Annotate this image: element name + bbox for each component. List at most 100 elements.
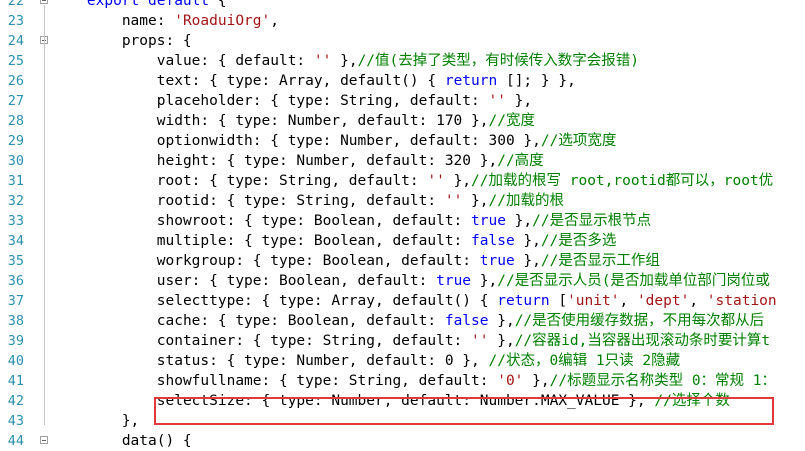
code-line[interactable]: 22 export default {	[0, 0, 805, 11]
fold-toggle-icon[interactable]	[40, 0, 48, 4]
code-line[interactable]: 38 cache: { type: Boolean, default: false…	[0, 311, 805, 331]
code-token: },	[514, 233, 541, 249]
code-editor[interactable]: 22 export default { 23 name: 'RoaduiOrg', 24…	[0, 0, 805, 451]
code-string: ''	[427, 173, 445, 189]
line-number: 25	[7, 53, 24, 69]
code-token: optionwidth: { type: Number, default: 30…	[156, 133, 541, 149]
code-token: name:	[121, 13, 175, 29]
code-line[interactable]: 24 props: {	[0, 31, 805, 51]
code-text: workgroup: { type: Boolean, default: tru…	[157, 251, 660, 271]
code-token: },	[523, 373, 550, 389]
code-comment: //值(去掉了类型，有时候传入数字会报错)	[357, 53, 639, 69]
code-keyword: true	[479, 253, 515, 269]
code-line[interactable]: 34 multiple: { type: Boolean, default: fa…	[0, 231, 805, 251]
code-token: selectSize: { type: Number, default: Num…	[156, 393, 655, 409]
code-comment: //标题显示名称类型 0：常规 1：	[549, 373, 777, 389]
code-keyword: export default	[86, 0, 210, 9]
line-number: 37	[7, 293, 24, 309]
code-text: props: {	[122, 31, 192, 51]
code-line[interactable]: 28 width: { type: Number, default: 170 },…	[0, 111, 805, 131]
line-number: 30	[7, 153, 24, 169]
line-number: 27	[7, 93, 24, 109]
code-text: text: { type: Array, default() { return …	[157, 71, 576, 91]
code-token: data() {	[121, 433, 192, 449]
code-comment: //高度	[497, 153, 544, 169]
line-number: 33	[7, 213, 24, 229]
line-number: 31	[7, 173, 24, 189]
line-number: 36	[7, 273, 24, 289]
code-comment: //是否显示根节点	[532, 213, 652, 229]
code-token: props: {	[121, 33, 192, 49]
code-string: 'RoaduiOrg'	[174, 13, 271, 29]
code-token: multiple: { type: Boolean, default:	[156, 233, 472, 249]
line-number: 43	[7, 413, 24, 429]
code-token: showfullname: { type: String, default:	[156, 373, 498, 389]
code-line[interactable]: 43},	[0, 411, 805, 431]
code-text: multiple: { type: Boolean, default: fals…	[157, 231, 617, 251]
code-string: ''	[444, 193, 463, 209]
line-number: 32	[7, 193, 24, 209]
code-token: },	[505, 213, 533, 229]
code-line[interactable]: 40 status: { type: Number, default: 0 }, …	[0, 351, 805, 371]
code-token: ,	[689, 293, 707, 309]
code-line[interactable]: 39 container: { type: String, default: ''…	[0, 331, 805, 351]
code-string: ''	[488, 93, 506, 109]
code-line[interactable]: 35 workgroup: { type: Boolean, default: t…	[0, 251, 805, 271]
code-token: status: { type: Number, default: 0 },	[156, 353, 489, 369]
code-line[interactable]: 33 showroot: { type: Boolean, default: tr…	[0, 211, 805, 231]
code-string: 'station	[706, 293, 777, 309]
code-keyword: false	[471, 233, 515, 249]
line-number: 35	[7, 253, 24, 269]
code-text: export default {	[87, 0, 227, 11]
code-token: },	[505, 93, 533, 109]
code-string: ''	[471, 333, 489, 349]
code-line[interactable]: 37 selecttype: { type: Array, default() {…	[0, 291, 805, 311]
code-line[interactable]: 29 optionwidth: { type: Number, default: …	[0, 131, 805, 151]
code-string: 'unit'	[567, 293, 620, 309]
code-text: },	[122, 411, 139, 431]
code-line[interactable]: 44 data() {	[0, 431, 805, 451]
code-line[interactable]: 41 showfullname: { type: String, default:…	[0, 371, 805, 391]
code-line[interactable]: 30 height: { type: Number, default: 320 }…	[0, 151, 805, 171]
code-text: root: { type: String, default: '' },//加载…	[157, 171, 773, 191]
code-keyword: true	[436, 273, 472, 289]
code-token: },	[514, 253, 541, 269]
line-number: 44	[7, 433, 24, 449]
fold-toggle-icon[interactable]	[40, 436, 48, 444]
line-number: 38	[7, 313, 24, 329]
fold-guide-line	[44, 45, 45, 425]
line-number: 39	[7, 333, 24, 349]
line-number: 41	[7, 373, 24, 389]
code-token: [	[549, 293, 568, 309]
code-token: workgroup: { type: Boolean, default:	[156, 253, 480, 269]
line-number: 23	[7, 13, 24, 29]
code-token: {	[209, 0, 227, 9]
code-line[interactable]: 26 text: { type: Array, default() { retur…	[0, 71, 805, 91]
code-line[interactable]: 32 rootid: { type: String, default: '' },…	[0, 191, 805, 211]
code-token: rootid: { type: String, default:	[156, 193, 445, 209]
code-line[interactable]: 36 user: { type: Boolean, default: true }…	[0, 271, 805, 291]
code-text: cache: { type: Boolean, default: false }…	[157, 311, 764, 331]
line-number: 28	[7, 113, 24, 129]
code-keyword: return	[444, 73, 498, 89]
code-token: showroot: { type: Boolean, default:	[156, 213, 472, 229]
code-comment: //是否使用缓存数据，不用每次都从后	[514, 313, 765, 329]
code-comment: //状态，0编辑 1只读 2隐藏	[488, 353, 681, 369]
code-text: placeholder: { type: String, default: ''…	[157, 91, 532, 111]
code-line[interactable]: 42 selectSize: { type: Number, default: N…	[0, 391, 805, 411]
code-comment: //容器id,当容器出现滚动条时要计算t	[514, 333, 771, 349]
code-text: width: { type: Number, default: 170 },//…	[157, 111, 535, 131]
line-number: 34	[7, 233, 24, 249]
code-line[interactable]: 31 root: { type: String, default: '' },//…	[0, 171, 805, 191]
code-line[interactable]: 27 placeholder: { type: String, default: …	[0, 91, 805, 111]
code-token: user: { type: Boolean, default:	[156, 273, 437, 289]
code-token: width: { type: Number, default: 170 },	[156, 113, 489, 129]
code-line[interactable]: 23 name: 'RoaduiOrg',	[0, 11, 805, 31]
code-comment: //选择个数	[654, 393, 730, 409]
code-text: selectSize: { type: Number, default: Num…	[157, 391, 730, 411]
code-comment: //是否显示人员(是否加载单位部门岗位或	[497, 273, 770, 289]
code-keyword: return	[497, 293, 550, 309]
code-token: },	[471, 273, 498, 289]
code-line[interactable]: 25 value: { default: '' },//值(去掉了类型，有时候传入…	[0, 51, 805, 71]
line-number: 24	[7, 33, 24, 49]
